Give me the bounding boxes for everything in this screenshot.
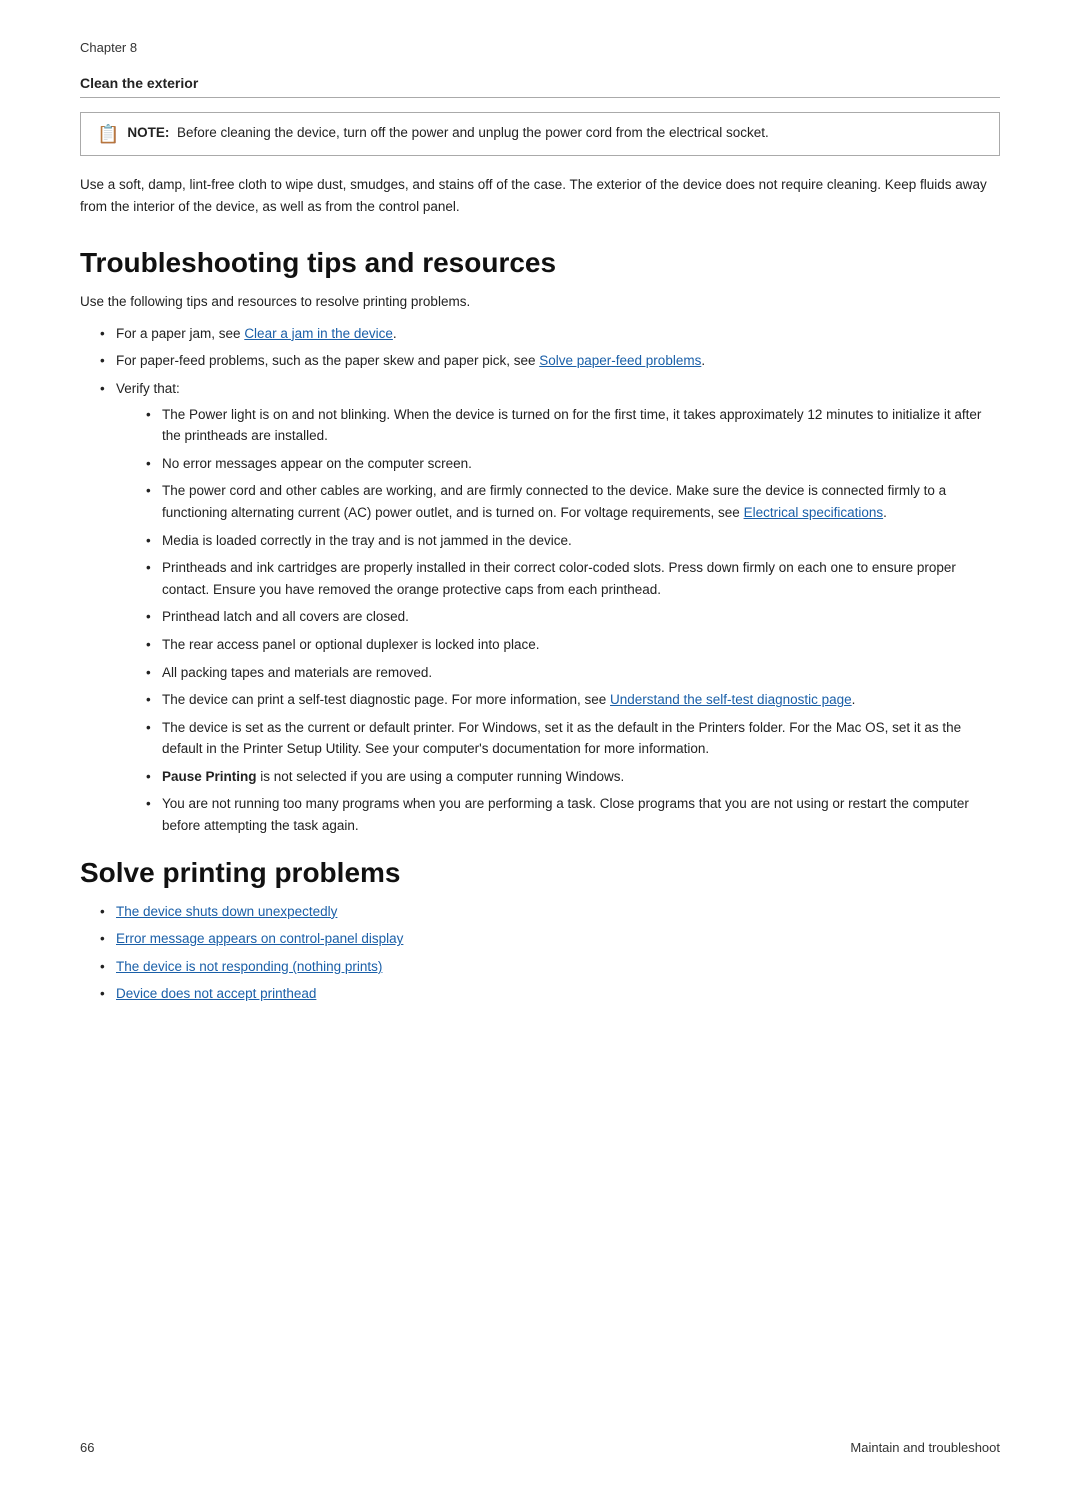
list-item: The device shuts down unexpectedly xyxy=(100,901,1000,923)
clear-jam-link[interactable]: Clear a jam in the device xyxy=(244,326,393,341)
sub-list-item: Printhead latch and all covers are close… xyxy=(146,606,1000,628)
note-text: Before cleaning the device, turn off the… xyxy=(177,125,769,140)
sub-list-item: The power cord and other cables are work… xyxy=(146,480,1000,523)
self-test-link[interactable]: Understand the self-test diagnostic page xyxy=(610,692,852,707)
note-content: NOTE: Before cleaning the device, turn o… xyxy=(127,123,768,143)
sub-list-item: The Power light is on and not blinking. … xyxy=(146,404,1000,447)
solve-printing-heading: Solve printing problems xyxy=(80,857,1000,889)
page-number: 66 xyxy=(80,1440,94,1455)
verify-sub-list: The Power light is on and not blinking. … xyxy=(116,404,1000,837)
section-divider xyxy=(80,97,1000,98)
not-responding-link[interactable]: The device is not responding (nothing pr… xyxy=(116,959,382,974)
electrical-specs-link[interactable]: Electrical specifications xyxy=(744,505,884,520)
sub-list-item: Printheads and ink cartridges are proper… xyxy=(146,557,1000,600)
list-item-verify: Verify that: The Power light is on and n… xyxy=(100,378,1000,837)
troubleshooting-intro: Use the following tips and resources to … xyxy=(80,291,1000,313)
solve-printing-list: The device shuts down unexpectedly Error… xyxy=(80,901,1000,1005)
paper-feed-link[interactable]: Solve paper-feed problems xyxy=(539,353,701,368)
clean-exterior-heading: Clean the exterior xyxy=(80,75,1000,91)
sub-list-item: Media is loaded correctly in the tray an… xyxy=(146,530,1000,552)
sub-list-item: The device is set as the current or defa… xyxy=(146,717,1000,760)
note-box: 📋 NOTE: Before cleaning the device, turn… xyxy=(80,112,1000,156)
sub-list-item: The rear access panel or optional duplex… xyxy=(146,634,1000,656)
list-item: The device is not responding (nothing pr… xyxy=(100,956,1000,978)
note-label: NOTE: xyxy=(127,125,169,140)
item-period: . xyxy=(701,353,705,368)
sub-list-item: Pause Printing is not selected if you ar… xyxy=(146,766,1000,788)
sub-list-item: All packing tapes and materials are remo… xyxy=(146,662,1000,684)
clean-exterior-body: Use a soft, damp, lint-free cloth to wip… xyxy=(80,174,1000,217)
error-message-link[interactable]: Error message appears on control-panel d… xyxy=(116,931,403,946)
not-accept-printhead-link[interactable]: Device does not accept printhead xyxy=(116,986,316,1001)
list-item: For a paper jam, see Clear a jam in the … xyxy=(100,323,1000,345)
item-period: . xyxy=(393,326,397,341)
pause-printing-bold: Pause Printing xyxy=(162,769,257,784)
chapter-label: Chapter 8 xyxy=(80,40,1000,55)
footer: 66 Maintain and troubleshoot xyxy=(80,1440,1000,1455)
troubleshooting-section: Troubleshooting tips and resources Use t… xyxy=(80,247,1000,836)
note-icon: 📋 xyxy=(97,124,119,145)
list-item: Device does not accept printhead xyxy=(100,983,1000,1005)
solve-printing-section: Solve printing problems The device shuts… xyxy=(80,857,1000,1005)
list-item: For paper-feed problems, such as the pap… xyxy=(100,350,1000,372)
sub-list-item: You are not running too many programs wh… xyxy=(146,793,1000,836)
clean-exterior-section: Clean the exterior 📋 NOTE: Before cleani… xyxy=(80,75,1000,217)
item-text: For paper-feed problems, such as the pap… xyxy=(116,353,539,368)
footer-section-label: Maintain and troubleshoot xyxy=(850,1440,1000,1455)
troubleshooting-list: For a paper jam, see Clear a jam in the … xyxy=(80,323,1000,837)
sub-list-item: The device can print a self-test diagnos… xyxy=(146,689,1000,711)
sub-list-item: No error messages appear on the computer… xyxy=(146,453,1000,475)
troubleshooting-heading: Troubleshooting tips and resources xyxy=(80,247,1000,279)
verify-text: Verify that: xyxy=(116,381,180,396)
list-item: Error message appears on control-panel d… xyxy=(100,928,1000,950)
shuts-down-link[interactable]: The device shuts down unexpectedly xyxy=(116,904,337,919)
item-text: For a paper jam, see xyxy=(116,326,244,341)
